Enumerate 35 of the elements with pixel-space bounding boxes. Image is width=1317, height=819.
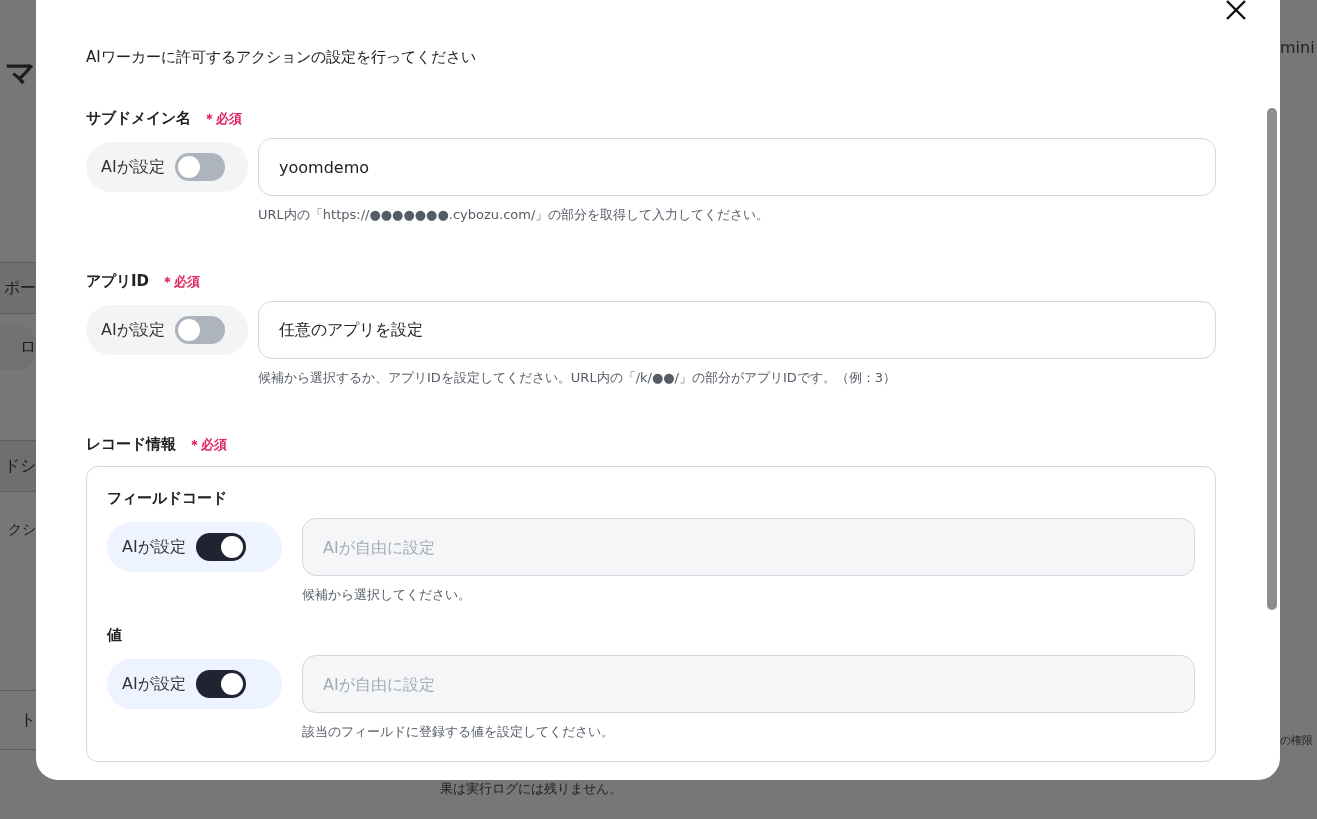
toggle-switch[interactable] (174, 316, 225, 344)
required-mark: ＊必須 (203, 109, 242, 128)
background-item: ポー (0, 262, 36, 314)
toggle-switch[interactable] (174, 153, 225, 181)
toggle-label: AIが設定 (122, 536, 186, 558)
field-hint: 該当のフィールドに登録する値を設定してください。 (302, 723, 615, 741)
background-text: の権限 (1280, 733, 1314, 748)
required-mark: ＊必須 (188, 435, 227, 454)
page-heading: マ (4, 53, 36, 92)
required-mark: ＊必須 (161, 272, 201, 291)
field-hint: 候補から選択するか、アプリIDを設定してください。URL内の「/k/●●/」の部分がアプリIDです。（例：3） (258, 369, 898, 387)
background-label: mini (1280, 38, 1316, 57)
text-field[interactable]: yoomdemo (258, 138, 1216, 196)
toggle-label: AIが設定 (101, 319, 165, 341)
toggle-switch[interactable] (195, 670, 246, 698)
scrollbar[interactable] (1267, 108, 1277, 610)
field-label: サブドメイン名 (86, 109, 191, 128)
text-field[interactable]: AIが自由に設定 (302, 518, 1195, 576)
toggle-switch[interactable] (195, 533, 246, 561)
text-field[interactable]: AIが自由に設定 (302, 655, 1195, 713)
toggle-label: AIが設定 (101, 156, 165, 178)
background-text: 果は実行ログには残りません。 (439, 780, 623, 798)
field-label: アプリID (86, 272, 150, 291)
background-item: クシ (7, 520, 36, 539)
close-icon[interactable] (1224, 0, 1248, 22)
field-hint: 候補から選択してください。 (302, 586, 472, 604)
toggle-label: AIが設定 (122, 673, 186, 695)
dialog-description: AIワーカーに許可するアクションの設定を行ってください (86, 48, 477, 67)
field-label: レコード情報 (86, 435, 176, 454)
text-field[interactable]: 任意のアプリを設定 (258, 301, 1216, 359)
field-hint: URL内の「https://●●●●●●●.cybozu.com/」の部分を取得して入力してください。 (258, 206, 771, 224)
field-label: 値 (107, 626, 123, 645)
field-label: フィールドコード (107, 489, 228, 508)
background-item: ロ (0, 324, 36, 370)
background-item: ドシ (0, 440, 36, 492)
